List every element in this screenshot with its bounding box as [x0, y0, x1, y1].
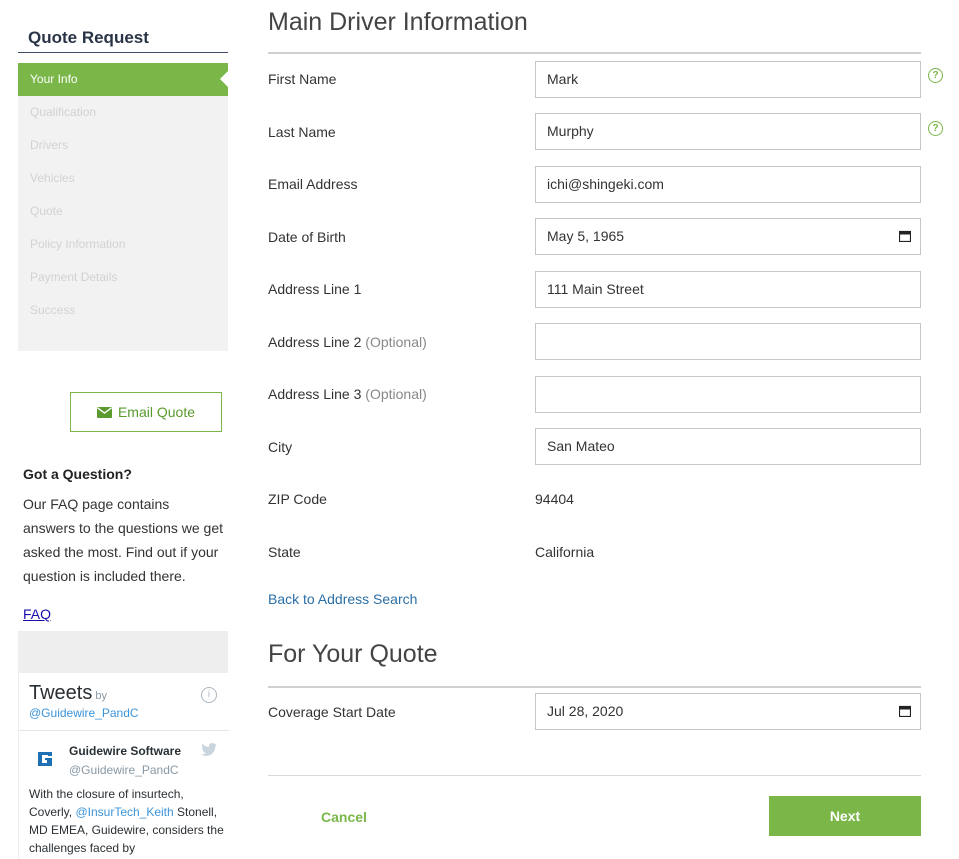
city-label: City: [268, 439, 293, 455]
calendar-icon[interactable]: [899, 705, 911, 717]
tweet-author-name[interactable]: Guidewire Software: [69, 744, 181, 758]
next-button[interactable]: Next: [769, 796, 921, 836]
step-drivers: Drivers: [30, 138, 68, 152]
tweets-handle-link[interactable]: @Guidewire_PandC: [29, 706, 139, 720]
step-quote: Quote: [30, 204, 63, 218]
state-label: State: [268, 544, 301, 560]
step-success: Success: [30, 303, 76, 317]
main-driver-title: Main Driver Information: [268, 8, 528, 36]
tweet-mention-link[interactable]: @InsurTech_Keith: [75, 805, 173, 819]
sidebar-divider-box: [18, 631, 228, 673]
tweets-title: Tweets: [29, 682, 93, 704]
dob-value: May 5, 1965: [547, 228, 625, 244]
step-list: Your Info Qualification Drivers Vehicles…: [18, 63, 228, 351]
dob-label: Date of Birth: [268, 229, 346, 245]
address1-label: Address Line 1: [268, 281, 362, 297]
address2-field[interactable]: [535, 323, 921, 360]
step-policy-information: Policy Information: [30, 237, 126, 251]
optional-hint: (Optional): [365, 386, 427, 402]
coverage-start-label: Coverage Start Date: [268, 704, 396, 720]
coverage-start-value: Jul 28, 2020: [547, 703, 624, 719]
state-value: California: [535, 544, 595, 560]
help-icon[interactable]: ?: [928, 121, 943, 136]
info-icon[interactable]: i: [201, 687, 217, 703]
address3-label: Address Line 3 (Optional): [268, 384, 427, 404]
for-your-quote-title: For Your Quote: [268, 640, 438, 668]
step-vehicles: Vehicles: [30, 171, 75, 185]
address1-field[interactable]: 111 Main Street: [535, 271, 921, 308]
cancel-button[interactable]: Cancel: [284, 807, 404, 827]
address2-label-text: Address Line 2: [268, 334, 362, 350]
help-icon[interactable]: ?: [928, 68, 943, 83]
zip-label: ZIP Code: [268, 491, 327, 507]
calendar-icon[interactable]: [899, 230, 911, 242]
faq-link[interactable]: FAQ: [23, 606, 51, 622]
tweet-author-handle[interactable]: @Guidewire_PandC: [69, 763, 179, 777]
dob-field[interactable]: May 5, 1965: [535, 218, 921, 255]
step-payment-details: Payment Details: [30, 270, 118, 284]
optional-hint: (Optional): [365, 334, 427, 350]
zip-value: 94404: [535, 491, 574, 507]
coverage-start-field[interactable]: Jul 28, 2020: [535, 693, 921, 730]
step-qualification: Qualification: [30, 105, 97, 119]
faq-title: Got a Question?: [23, 466, 132, 482]
back-to-address-search-link[interactable]: Back to Address Search: [268, 589, 417, 609]
guidewire-logo-icon: [38, 752, 52, 766]
first-name-label: First Name: [268, 71, 337, 87]
tweets-by: by: [95, 690, 107, 702]
city-field[interactable]: San Mateo: [535, 428, 921, 465]
twitter-bird-icon[interactable]: [201, 743, 217, 757]
address3-label-text: Address Line 3: [268, 386, 362, 402]
address3-field[interactable]: [535, 376, 921, 413]
envelope-icon: [96, 406, 112, 418]
email-label: Email Address: [268, 176, 358, 192]
footer-divider: [268, 775, 921, 776]
tweets-heading: Tweets by: [29, 682, 107, 705]
email-quote-label: Email Quote: [117, 404, 196, 420]
sidebar-title: Quote Request: [18, 27, 228, 53]
faq-text: Our FAQ page contains answers to the que…: [23, 496, 224, 584]
step-your-info[interactable]: Your Info: [18, 63, 228, 96]
first-name-field[interactable]: Mark: [535, 61, 921, 98]
address2-label: Address Line 2 (Optional): [268, 332, 427, 352]
email-quote-button[interactable]: Email Quote: [70, 392, 222, 432]
tweets-divider: [19, 730, 229, 731]
last-name-label: Last Name: [268, 124, 336, 140]
tweet-text: With the closure of insurtech, Coverly, …: [29, 785, 224, 857]
last-name-field[interactable]: Murphy: [535, 113, 921, 150]
twitter-widget: Tweets by @Guidewire_PandC i Guidewire So…: [18, 673, 229, 859]
section-divider: [268, 52, 921, 54]
section-divider: [268, 686, 921, 688]
email-field[interactable]: ichi@shingeki.com: [535, 166, 921, 203]
